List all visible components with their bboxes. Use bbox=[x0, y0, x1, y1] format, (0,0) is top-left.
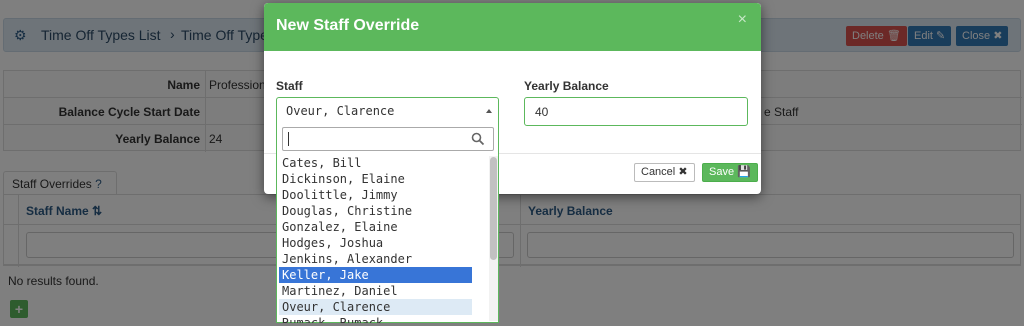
cancel-button[interactable]: Cancel ✖ bbox=[634, 163, 695, 182]
search-icon bbox=[471, 132, 485, 146]
dropdown-option[interactable]: Jenkins, Alexander bbox=[277, 251, 487, 267]
save-icon: 💾 bbox=[737, 166, 751, 178]
yearly-balance-value: 40 bbox=[535, 105, 549, 119]
dropdown-option[interactable]: Doolittle, Jimmy bbox=[277, 187, 487, 203]
cancel-button-label: Cancel bbox=[641, 166, 676, 178]
chevron-up-icon bbox=[486, 109, 492, 113]
staff-dropdown: Cates, Bill Dickinson, Elaine Doolittle, J… bbox=[276, 120, 499, 323]
yearly-balance-field-label: Yearly Balance bbox=[524, 79, 609, 93]
text-cursor bbox=[288, 132, 289, 146]
dropdown-option[interactable]: Cates, Bill bbox=[277, 155, 487, 171]
modal-header: New Staff Override × bbox=[264, 3, 761, 51]
save-button[interactable]: Save 💾 bbox=[702, 163, 758, 182]
dropdown-option[interactable]: Oveur, Clarence bbox=[279, 299, 472, 315]
dropdown-search-input[interactable] bbox=[282, 127, 494, 151]
staff-select-value: Oveur, Clarence bbox=[286, 104, 395, 118]
dropdown-option[interactable]: Douglas, Christine bbox=[277, 203, 487, 219]
dropdown-option[interactable]: Gonzalez, Elaine bbox=[277, 219, 487, 235]
cross-icon: ✖ bbox=[678, 166, 688, 178]
dropdown-scrollbar-thumb[interactable] bbox=[490, 157, 497, 260]
dropdown-option[interactable]: Martinez, Daniel bbox=[277, 283, 487, 299]
dropdown-option[interactable]: Hodges, Joshua bbox=[277, 235, 487, 251]
modal-close-icon[interactable]: × bbox=[738, 11, 747, 29]
modal-title: New Staff Override bbox=[276, 17, 420, 34]
dropdown-options: Cates, Bill Dickinson, Elaine Doolittle, J… bbox=[277, 155, 487, 323]
save-button-label: Save bbox=[709, 166, 735, 178]
yearly-balance-input[interactable]: 40 bbox=[524, 97, 748, 126]
dropdown-option[interactable]: Rumack, Rumack bbox=[277, 315, 487, 323]
dropdown-option[interactable]: Keller, Jake bbox=[279, 267, 472, 283]
staff-field-label: Staff bbox=[276, 79, 303, 93]
dropdown-option[interactable]: Dickinson, Elaine bbox=[277, 171, 487, 187]
